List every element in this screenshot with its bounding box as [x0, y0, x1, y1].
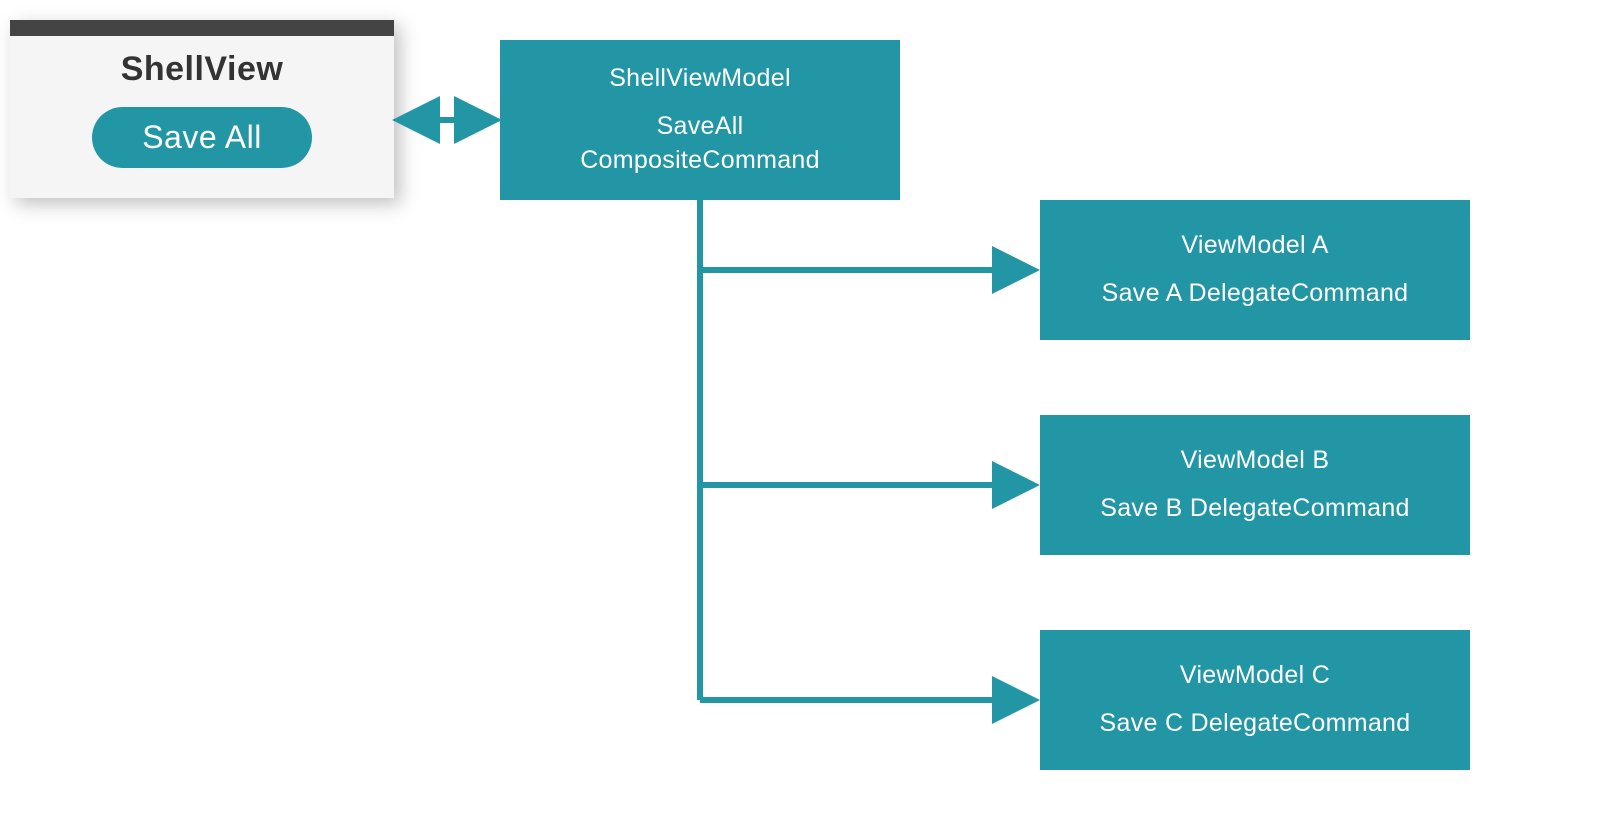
save-all-button[interactable]: Save All	[92, 107, 312, 168]
view-model-c-box: ViewModel C Save C DelegateCommand	[1040, 630, 1470, 770]
view-model-a-command: Save A DelegateCommand	[1102, 277, 1409, 311]
view-model-b-command: Save B DelegateCommand	[1100, 492, 1410, 526]
window-titlebar	[10, 20, 394, 36]
view-model-c-title: ViewModel C	[1180, 659, 1330, 693]
shellview-title: ShellView	[30, 50, 374, 89]
shell-view-model-title: ShellViewModel	[609, 62, 791, 96]
view-model-c-command: Save C DelegateCommand	[1100, 707, 1411, 741]
shell-view-model-line1: SaveAll	[657, 110, 744, 144]
view-model-a-box: ViewModel A Save A DelegateCommand	[1040, 200, 1470, 340]
shellview-window: ShellView Save All	[10, 20, 394, 198]
view-model-b-title: ViewModel B	[1181, 444, 1330, 478]
shellview-body: ShellView Save All	[10, 36, 394, 198]
view-model-b-box: ViewModel B Save B DelegateCommand	[1040, 415, 1470, 555]
shell-view-model-line2: CompositeCommand	[580, 144, 820, 178]
view-model-a-title: ViewModel A	[1181, 229, 1328, 263]
shell-view-model-box: ShellViewModel SaveAll CompositeCommand	[500, 40, 900, 200]
